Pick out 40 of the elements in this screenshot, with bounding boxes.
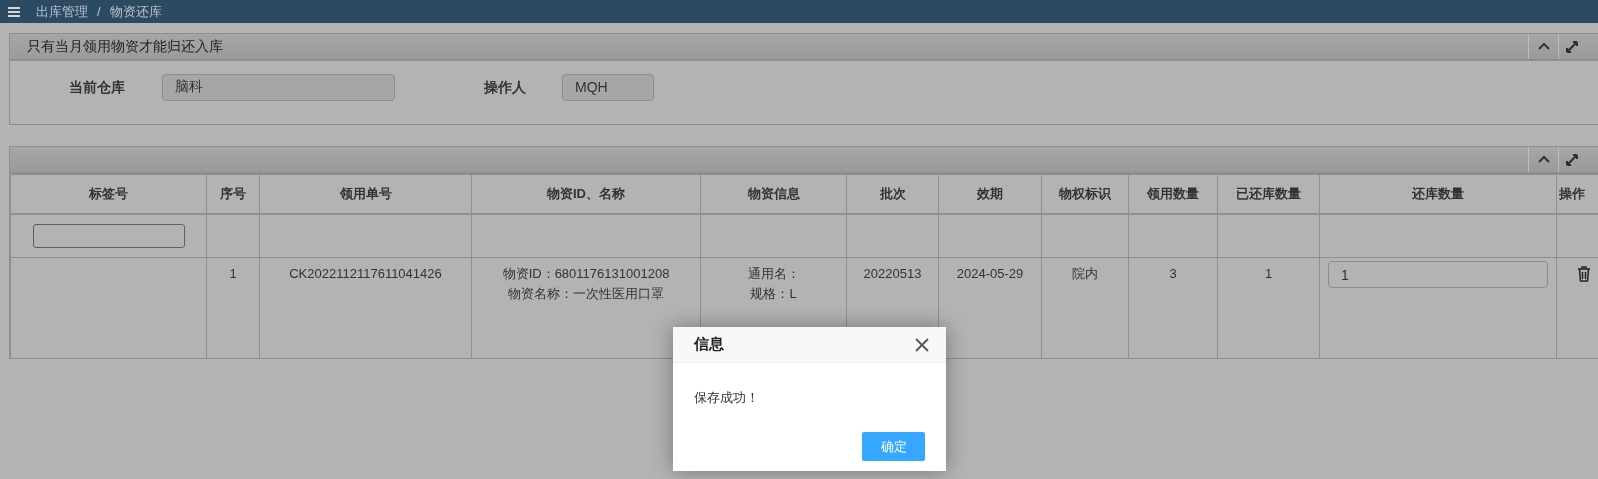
column-header: 物资ID、名称 (547, 186, 625, 201)
panel-title: 只有当月领用物资才能归还入库 (26, 37, 223, 56)
column-header: 物资信息 (747, 186, 800, 201)
column-header: 还库数量 (1412, 186, 1464, 201)
breadcrumb-separator: / (97, 2, 101, 21)
chevron-up-icon[interactable] (1537, 42, 1550, 51)
field-label: 当前仓库 (69, 77, 126, 97)
chevron-up-icon[interactable] (1537, 155, 1550, 164)
expand-icon[interactable] (1566, 40, 1578, 53)
table-cell: 3 (1128, 257, 1218, 359)
dialog-message: 保存成功！ (693, 389, 760, 407)
cell-text: 物资ID：6801176131001208 (501, 265, 671, 283)
text-field[interactable]: MQH (562, 73, 654, 101)
column-header: 效期 (977, 186, 1003, 201)
column-header: 物权标识 (1059, 186, 1111, 201)
table-cell: CK2022112117611041426 (259, 257, 472, 359)
breadcrumb-item[interactable]: 出库管理 (36, 1, 88, 22)
table-cell: 1 (1217, 257, 1320, 359)
trash-icon[interactable] (1577, 266, 1591, 282)
cell-text: 通用名： (746, 265, 801, 283)
column-header: 操作 (1559, 186, 1585, 201)
column-header: 领用数量 (1147, 186, 1199, 201)
cell-text: 物资名称：一次性医用口罩 (507, 285, 665, 303)
menu-icon[interactable] (8, 5, 20, 18)
column-header: 已还库数量 (1236, 186, 1301, 201)
table-cell: 院内 (1041, 257, 1129, 359)
column-header: 领用单号 (339, 186, 392, 201)
text-field[interactable]: 脑科 (162, 73, 395, 101)
quantity-field[interactable]: 1 (1328, 261, 1548, 288)
field-label: 操作人 (484, 77, 527, 97)
filter-field[interactable] (32, 223, 185, 248)
close-button[interactable] (915, 337, 929, 352)
breadcrumb-item[interactable]: 物资还库 (109, 1, 162, 22)
expand-icon[interactable] (1566, 153, 1578, 166)
column-header: 批次 (879, 186, 906, 201)
column-header: 标签号 (89, 186, 128, 201)
dialog-title: 信息 (694, 334, 724, 355)
column-header: 序号 (220, 186, 246, 201)
table-cell: 1 (206, 257, 260, 359)
cell-text: 规格：L (749, 285, 798, 303)
